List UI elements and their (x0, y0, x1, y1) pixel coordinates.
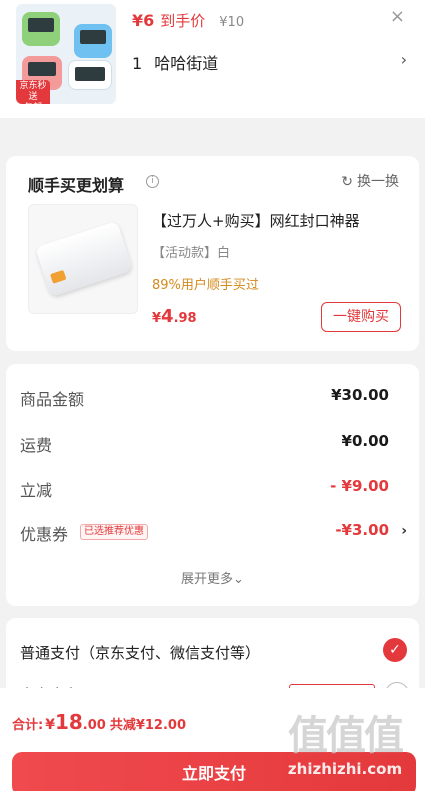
watermark-logo: 值值值 (288, 713, 404, 759)
shipping-value: ¥0.00 (341, 432, 389, 450)
final-price: ¥6 (132, 11, 155, 30)
expand-more-button[interactable]: 展开更多⌄ (6, 568, 419, 587)
product-header: 京东秒送 包邮 ¥6 到手价 ¥10 × 1 哈哈街道 › (0, 0, 425, 118)
coupon-value: -¥3.00 (335, 521, 389, 539)
total-label: 合计: (12, 718, 44, 733)
amount-label: 商品金额 (20, 390, 85, 409)
combo-price-dec: .98 (173, 311, 197, 326)
combo-purchase-rate: 89%用户顺手买过 (152, 278, 259, 293)
discount-label: 立减 (20, 481, 53, 500)
combo-price-currency: ¥ (152, 311, 162, 326)
price-line: ¥6 到手价 ¥10 (132, 10, 244, 31)
payment-method-label[interactable]: 普通支付（京东支付、微信支付等） (20, 642, 260, 663)
total-savings: 共减¥12.00 (109, 718, 186, 733)
combo-price-int: 4 (161, 306, 174, 327)
original-price: ¥10 (219, 15, 245, 30)
shipping-label: 运费 (20, 436, 53, 455)
check-icon[interactable]: ✓ (383, 638, 407, 662)
total-currency: ¥ (45, 717, 55, 733)
total-amount: 合计: ¥18.00 共减¥12.00 (12, 710, 186, 734)
combo-product-spec: 【活动款】白 (152, 246, 231, 261)
clipped-row (0, 108, 425, 120)
coupon-row[interactable]: 优惠券 已选推荐优惠 -¥3.00 (20, 521, 389, 545)
store-name: 哈哈街道 (154, 54, 219, 73)
timer-white-image (68, 60, 112, 90)
timer-green-image (22, 12, 60, 46)
store-selector[interactable]: 1 哈哈街道 (132, 50, 218, 74)
sealer-product-image[interactable] (28, 204, 138, 314)
coupon-label: 优惠券 (20, 525, 69, 544)
watermark-url: zhizhizhi.com (287, 760, 403, 778)
product-thumbnail[interactable]: 京东秒送 包邮 (16, 4, 116, 104)
quantity-value: 1 (132, 54, 143, 73)
amount-row: 商品金额 ¥30.00 (20, 386, 389, 410)
refresh-button[interactable]: ↻ 换一换 (341, 171, 399, 191)
coupon-tag: 已选推荐优惠 (80, 524, 148, 540)
amount-value: ¥30.00 (331, 386, 389, 404)
one-click-buy-button[interactable]: 一键购买 (321, 302, 401, 332)
info-icon[interactable]: i (146, 175, 159, 188)
combo-price: ¥4.98 (152, 306, 197, 327)
refresh-label: 换一换 (357, 174, 399, 190)
watermark: 值值值 zhizhizhi.com (275, 714, 415, 786)
total-dec: .00 (82, 718, 106, 733)
final-price-label: 到手价 (160, 12, 206, 30)
timer-blue-image (74, 24, 112, 58)
combo-title: 顺手买更划算 (28, 176, 125, 195)
refresh-icon: ↻ (341, 174, 353, 190)
chevron-right-icon[interactable]: › (401, 50, 407, 69)
sealer-image (35, 220, 133, 298)
discount-value: - ¥9.00 (330, 477, 389, 495)
total-int: 18 (54, 710, 83, 734)
buy-together-card: 顺手买更划算 i ↻ 换一换 【过万人+购买】网红封口神器 【活动款】白 89%用… (6, 156, 419, 351)
chevron-right-icon[interactable]: › (401, 523, 407, 539)
shipping-badge: 京东秒送 包邮 (16, 80, 50, 104)
discount-row: 立减 - ¥9.00 (20, 477, 389, 501)
shipping-row: 运费 ¥0.00 (20, 432, 389, 456)
close-icon[interactable]: × (390, 6, 405, 27)
combo-product-name[interactable]: 【过万人+购买】网红封口神器 (152, 210, 360, 231)
amounts-card: 商品金额 ¥30.00 运费 ¥0.00 立减 - ¥9.00 优惠券 已选推荐… (6, 364, 419, 606)
